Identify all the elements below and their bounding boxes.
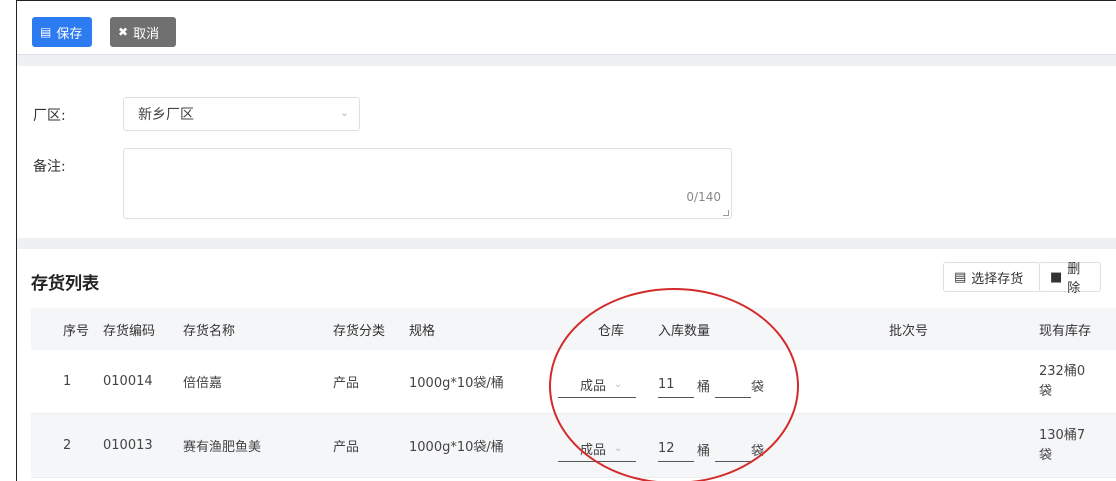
qty-barrel-input[interactable]: 11 xyxy=(658,372,694,398)
inventory-table: 序号 存货编码 存货名称 存货分类 规格 仓库 入库数量 批次号 现有库存 1 … xyxy=(31,308,1116,478)
warehouse-select[interactable]: 成品 ⌄ xyxy=(558,372,636,398)
remark-textarea[interactable]: 0/140 xyxy=(123,148,732,219)
row-stock-line1: 232桶0 xyxy=(1039,363,1086,379)
col-category: 存货分类 xyxy=(333,323,386,339)
qty-barrel-value: 12 xyxy=(658,441,675,456)
save-icon: ▤ xyxy=(40,25,52,39)
col-batch: 批次号 xyxy=(889,323,929,339)
row-spec: 1000g*10袋/桶 xyxy=(409,376,504,391)
trash-icon: ■ xyxy=(1050,269,1063,285)
row-stock: 232桶0 袋 xyxy=(1039,350,1099,413)
factory-select[interactable]: 新乡厂区 ⌄ xyxy=(123,97,360,131)
table-row[interactable]: 2 010013 赛有渔肥鱼美 产品 1000g*10袋/桶 成品 ⌄ 12 桶… xyxy=(31,414,1116,478)
qty-barrel-value: 11 xyxy=(658,377,675,392)
col-spec: 规格 xyxy=(409,323,436,339)
row-category: 产品 xyxy=(333,440,360,455)
cancel-button-label: 取消 xyxy=(133,26,160,42)
qty-bag-input[interactable] xyxy=(715,372,751,398)
table-row[interactable]: 1 010014 倍倍嘉 产品 1000g*10袋/桶 成品 ⌄ 11 桶 袋 … xyxy=(31,350,1116,414)
row-seq: 1 xyxy=(63,374,72,389)
row-code: 010013 xyxy=(103,438,153,453)
inventory-title: 存货列表 xyxy=(31,274,99,294)
cancel-button[interactable]: ✖ 取消 xyxy=(110,17,176,47)
select-inventory-button[interactable]: ▤ 选择存货 xyxy=(943,262,1041,292)
qty-barrel-input[interactable]: 12 xyxy=(658,436,694,462)
close-circle-icon: ✖ xyxy=(118,25,129,39)
col-qty: 入库数量 xyxy=(658,323,711,339)
table-header: 序号 存货编码 存货名称 存货分类 规格 仓库 入库数量 批次号 现有库存 xyxy=(31,308,1116,350)
save-button-label: 保存 xyxy=(56,26,83,42)
delete-button[interactable]: ■ 删除 xyxy=(1039,262,1101,296)
row-spec: 1000g*10袋/桶 xyxy=(409,440,504,455)
factory-select-value: 新乡厂区 xyxy=(138,107,194,123)
row-code: 010014 xyxy=(103,374,153,389)
chevron-down-icon: ⌄ xyxy=(339,106,349,119)
factory-label: 厂区: xyxy=(33,108,66,124)
col-stock: 现有库存 xyxy=(1039,323,1092,339)
warehouse-select[interactable]: 成品 ⌄ xyxy=(558,436,636,462)
chevron-down-icon: ⌄ xyxy=(614,443,623,454)
row-name: 倍倍嘉 xyxy=(183,376,223,391)
qty-bag-input[interactable] xyxy=(715,436,751,462)
row-seq: 2 xyxy=(63,438,72,453)
row-stock-line2: 袋 xyxy=(1039,383,1053,399)
warehouse-value: 成品 xyxy=(580,379,607,394)
form-panel: 厂区: 新乡厂区 ⌄ 备注: 0/140 xyxy=(17,66,1116,238)
select-inventory-label: 选择存货 xyxy=(971,271,1024,287)
unit-barrel: 桶 xyxy=(697,379,711,395)
col-warehouse: 仓库 xyxy=(598,323,625,339)
unit-bag: 袋 xyxy=(751,443,765,459)
warehouse-value: 成品 xyxy=(580,443,607,458)
save-button[interactable]: ▤ 保存 xyxy=(32,17,92,47)
row-name: 赛有渔肥鱼美 xyxy=(183,440,262,455)
col-name: 存货名称 xyxy=(183,323,236,339)
row-stock-line2: 袋 xyxy=(1039,447,1053,463)
delete-label: 删除 xyxy=(1067,262,1081,296)
unit-barrel: 桶 xyxy=(697,443,711,459)
box-icon: ▤ xyxy=(954,269,967,285)
resize-handle[interactable] xyxy=(723,210,729,216)
row-category: 产品 xyxy=(333,376,360,391)
col-code: 存货编码 xyxy=(103,323,156,339)
toolbar: ▤ 保存 ✖ 取消 xyxy=(17,0,1116,55)
chevron-down-icon: ⌄ xyxy=(614,379,623,390)
remark-label: 备注: xyxy=(33,159,66,175)
col-seq: 序号 xyxy=(63,323,90,339)
row-stock-line1: 130桶7 xyxy=(1039,427,1086,443)
unit-bag: 袋 xyxy=(751,379,765,395)
row-stock: 130桶7 袋 xyxy=(1039,414,1099,477)
inventory-panel: 存货列表 ▤ 选择存货 ■ 删除 序号 存货编码 存货名称 存货分类 规格 仓库… xyxy=(17,249,1116,481)
remark-char-count: 0/140 xyxy=(686,190,721,204)
